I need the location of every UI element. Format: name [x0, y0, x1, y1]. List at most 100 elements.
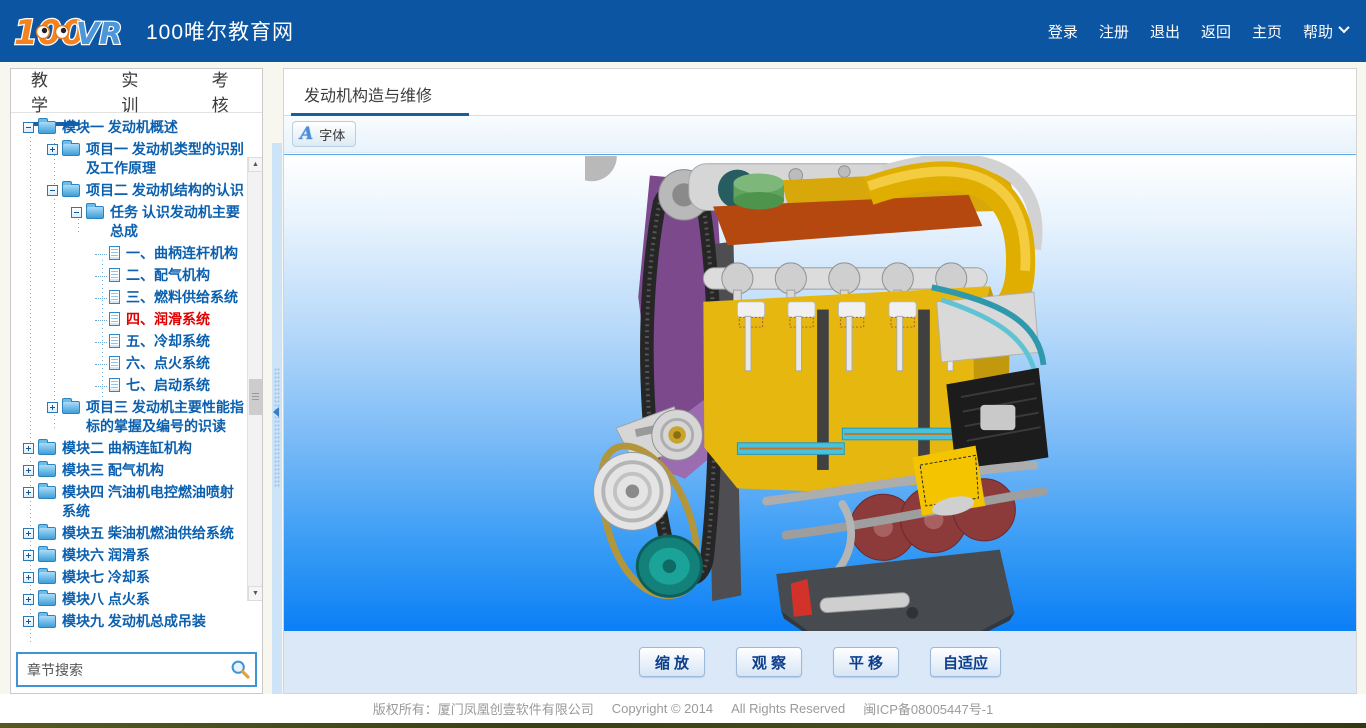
tree-node-label[interactable]: 模块二 曲柄连缸机构 — [62, 439, 247, 458]
tree-node[interactable]: 项目二 发动机结构的认识 — [11, 181, 247, 200]
svg-text:VR: VR — [76, 17, 122, 52]
tree-node-label[interactable]: 七、启动系统 — [126, 376, 247, 395]
folder-icon — [38, 442, 56, 455]
header-links: 登录注册退出返回主页帮助 — [1048, 0, 1348, 62]
tree-node[interactable]: 模块九 发动机总成吊装 — [11, 612, 247, 631]
tree-node[interactable]: 模块七 冷却系 — [11, 568, 247, 587]
tree-node-label[interactable]: 模块四 汽油机电控燃油喷射系统 — [62, 483, 247, 521]
header-link-返回[interactable]: 返回 — [1201, 21, 1231, 42]
footer-text: All Rights Reserved — [731, 701, 845, 716]
tree-node-label[interactable]: 三、燃料供给系统 — [126, 288, 247, 307]
tree-node[interactable]: 模块五 柴油机燃油供给系统 — [11, 524, 247, 543]
scroll-down-icon[interactable]: ▼ — [248, 586, 262, 601]
tree-node[interactable]: 模块六 润滑系 — [11, 546, 247, 565]
tree-node[interactable]: 任务 认识发动机主要总成 — [11, 203, 247, 241]
tree-node[interactable]: 模块二 曲柄连缸机构 — [11, 439, 247, 458]
tree-node-label[interactable]: 项目三 发动机主要性能指标的掌握及编号的识读 — [86, 398, 247, 436]
tab-engine-course[interactable]: 发动机构造与维修 — [304, 82, 432, 106]
tree-connector — [95, 254, 107, 255]
header-link-注册[interactable]: 注册 — [1099, 21, 1129, 42]
expand-icon[interactable] — [23, 594, 34, 605]
expand-icon[interactable] — [23, 465, 34, 476]
tree-node[interactable]: 四、润滑系统 — [11, 310, 247, 329]
tree-node[interactable]: 模块一 发动机概述 — [11, 118, 247, 137]
tree-node-label[interactable]: 模块六 润滑系 — [62, 546, 247, 565]
tree-node-label[interactable]: 项目一 发动机类型的识别及工作原理 — [86, 140, 247, 178]
tree-node-label[interactable]: 模块七 冷却系 — [62, 568, 247, 587]
tree-node-label[interactable]: 六、点火系统 — [126, 354, 247, 373]
chapter-search-input[interactable] — [16, 652, 257, 687]
tree-node-label[interactable]: 模块三 配气机构 — [62, 461, 247, 480]
header-link-登录[interactable]: 登录 — [1048, 21, 1078, 42]
expand-icon[interactable] — [23, 487, 34, 498]
collapse-arrow-icon[interactable] — [273, 407, 279, 417]
tree-connector — [95, 276, 107, 277]
viewer-button-平移[interactable]: 平 移 — [833, 647, 899, 677]
chevron-down-icon — [1338, 22, 1349, 33]
tree-scrollbar[interactable]: ▲ ▼ — [247, 157, 262, 601]
scrollbar-thumb[interactable] — [249, 379, 262, 415]
folder-icon — [38, 486, 56, 499]
tree-node-label[interactable]: 五、冷却系统 — [126, 332, 247, 351]
tree-node-label[interactable]: 模块八 点火系 — [62, 590, 247, 609]
folder-icon — [38, 615, 56, 628]
expand-icon[interactable] — [47, 402, 58, 413]
viewer-button-观察[interactable]: 观 察 — [736, 647, 802, 677]
sidebar: 教 学实 训考 核 模块一 发动机概述项目一 发动机类型的识别及工作原理项目二 … — [10, 68, 263, 694]
tree-node[interactable]: 五、冷却系统 — [11, 332, 247, 351]
tree-node-label[interactable]: 任务 认识发动机主要总成 — [110, 203, 247, 241]
font-A-icon: A — [300, 126, 313, 143]
viewer-button-自适应[interactable]: 自适应 — [930, 647, 1001, 677]
tree-node-label[interactable]: 模块九 发动机总成吊装 — [62, 612, 247, 631]
footer-text: 闽ICP备08005447号-1 — [863, 699, 993, 718]
tree-node-label[interactable]: 一、曲柄连杆机构 — [126, 244, 247, 263]
logo[interactable]: 100 VR VR 100唯尔教育网 — [12, 8, 294, 54]
folder-icon — [62, 143, 80, 156]
tree-node-label[interactable]: 项目二 发动机结构的认识 — [86, 181, 247, 200]
expand-icon[interactable] — [23, 528, 34, 539]
tree-node-label[interactable]: 模块一 发动机概述 — [62, 118, 247, 137]
expand-icon[interactable] — [23, 443, 34, 454]
scroll-up-icon[interactable]: ▲ — [248, 157, 262, 172]
collapse-icon[interactable] — [23, 122, 34, 133]
tree-node-label[interactable]: 模块五 柴油机燃油供给系统 — [62, 524, 247, 543]
font-button[interactable]: A 字体 — [292, 121, 356, 147]
tree-node[interactable]: 模块三 配气机构 — [11, 461, 247, 480]
expand-icon[interactable] — [23, 550, 34, 561]
header: 100 VR VR 100唯尔教育网 登录注册退出返回主页帮助 — [0, 0, 1366, 62]
tree-node[interactable]: 六、点火系统 — [11, 354, 247, 373]
tree-node[interactable]: 项目三 发动机主要性能指标的掌握及编号的识读 — [11, 398, 247, 436]
chapter-search — [11, 647, 262, 693]
expand-icon[interactable] — [47, 144, 58, 155]
tree-node-label[interactable]: 四、润滑系统 — [126, 310, 247, 329]
footer-text: 版权所有：厦门凤凰创壹软件有限公司 — [373, 699, 594, 718]
header-link-主页[interactable]: 主页 — [1252, 21, 1282, 42]
tree-node[interactable]: 二、配气机构 — [11, 266, 247, 285]
tree-node[interactable]: 一、曲柄连杆机构 — [11, 244, 247, 263]
tree-connector — [95, 320, 107, 321]
tree-node-label[interactable]: 二、配气机构 — [126, 266, 247, 285]
collapse-icon[interactable] — [47, 185, 58, 196]
tree-node[interactable]: 三、燃料供给系统 — [11, 288, 247, 307]
collapse-icon[interactable] — [71, 207, 82, 218]
expand-icon[interactable] — [23, 616, 34, 627]
header-link-帮助[interactable]: 帮助 — [1303, 21, 1348, 42]
expand-icon[interactable] — [23, 572, 34, 583]
document-icon — [109, 378, 120, 392]
document-icon — [109, 246, 120, 260]
engine-3d-model[interactable] — [585, 156, 1055, 632]
panel-splitter[interactable] — [272, 143, 282, 694]
header-link-退出[interactable]: 退出 — [1150, 21, 1180, 42]
viewer-canvas[interactable] — [284, 154, 1356, 632]
document-icon — [109, 290, 120, 304]
tree-connector — [95, 342, 107, 343]
tree-node[interactable]: 模块四 汽油机电控燃油喷射系统 — [11, 483, 247, 521]
tree-node[interactable]: 模块八 点火系 — [11, 590, 247, 609]
search-icon[interactable] — [230, 659, 250, 679]
viewer-toolbar: A 字体 — [284, 116, 1356, 153]
folder-icon — [38, 593, 56, 606]
tree-node[interactable]: 项目一 发动机类型的识别及工作原理 — [11, 140, 247, 178]
viewer-button-缩放[interactable]: 缩 放 — [639, 647, 705, 677]
document-icon — [109, 356, 120, 370]
tree-node[interactable]: 七、启动系统 — [11, 376, 247, 395]
